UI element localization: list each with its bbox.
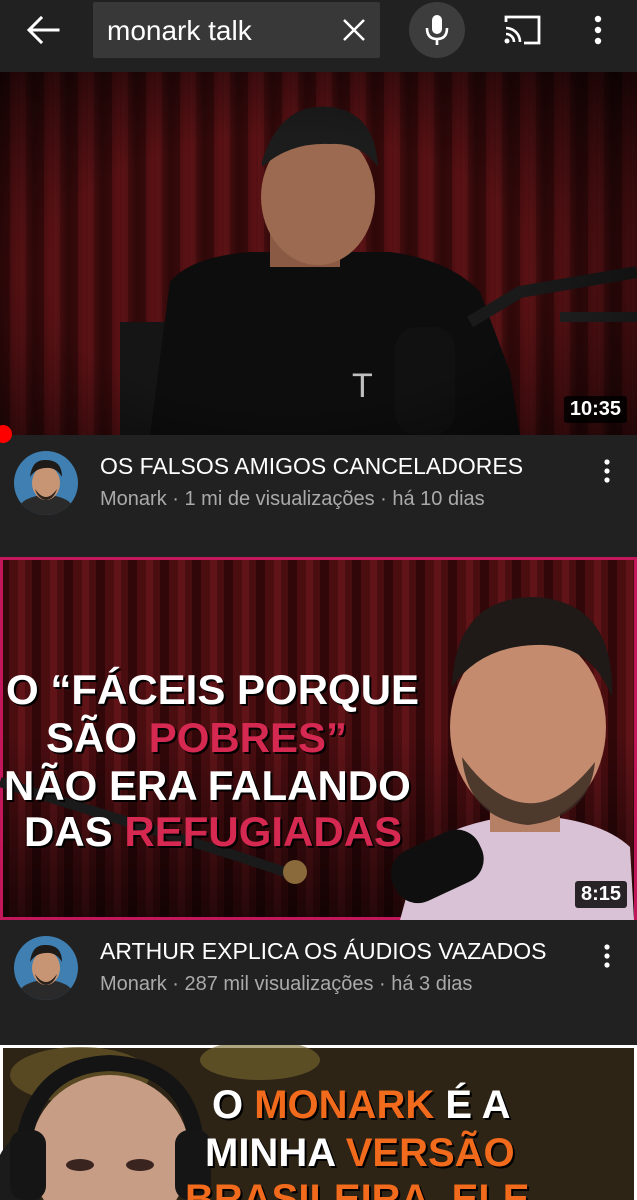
back-button[interactable] <box>20 10 66 50</box>
video-action-menu-button[interactable] <box>592 451 622 491</box>
thumbnail-caption-line: BRASILEIRA, ELE <box>185 1177 530 1200</box>
video-title[interactable]: OS FALSOS AMIGOS CANCELADORES <box>100 453 523 480</box>
thumbnail-caption-line: NÃO ERA FALANDO <box>4 762 411 809</box>
channel-avatar[interactable] <box>14 451 78 515</box>
thumbnail-caption-line: SÃO POBRES” <box>46 717 347 759</box>
channel-avatar[interactable] <box>14 936 78 1000</box>
video-meta: ARTHUR EXPLICA OS ÁUDIOS VAZADOS Monark … <box>0 920 637 1020</box>
thumbnail-image: T <box>0 72 637 435</box>
view-count: 287 mil visualizações <box>184 973 374 995</box>
cast-button[interactable] <box>500 12 544 48</box>
video-duration: 8:15 <box>574 881 627 908</box>
close-icon <box>343 19 365 41</box>
video-thumbnail[interactable]: O “FÁCEIS PORQUE SÃO POBRES” NÃO ERA FAL… <box>0 557 637 920</box>
clear-search-button[interactable] <box>338 14 370 46</box>
caption-text: MINHA <box>205 1131 346 1175</box>
search-header: monark talk <box>0 0 637 72</box>
channel-name[interactable]: Monark <box>100 973 167 995</box>
microphone-icon <box>425 15 449 45</box>
caption-highlight: REFUGIADAS <box>124 808 403 855</box>
video-result: O MONARK É A MINHA VERSÃO BRASILEIRA, EL… <box>0 1045 637 1200</box>
voice-search-button[interactable] <box>409 2 465 58</box>
video-title[interactable]: ARTHUR EXPLICA OS ÁUDIOS VAZADOS <box>100 938 546 965</box>
video-duration: 10:35 <box>563 396 627 423</box>
video-meta: OS FALSOS AMIGOS CANCELADORES Monark · 1… <box>0 435 637 535</box>
video-result: T 10:35 OS FALSOS AMIGOS CANCELADORES Mo… <box>0 72 637 562</box>
upload-age: há 10 dias <box>392 488 485 510</box>
more-vert-icon <box>604 459 610 483</box>
separator: · <box>166 973 185 995</box>
caption-highlight: VERSÃO <box>345 1131 515 1175</box>
video-subtitle: Monark · 1 mi de visualizações · há 10 d… <box>100 488 485 511</box>
arrow-left-icon <box>26 15 60 45</box>
more-vert-icon <box>594 15 602 45</box>
caption-text: SÃO <box>46 714 149 761</box>
upload-age: há 3 dias <box>391 973 473 995</box>
avatar-image <box>14 451 78 515</box>
video-action-menu-button[interactable] <box>592 936 622 976</box>
thumbnail-caption-line: O “FÁCEIS PORQUE <box>6 666 420 713</box>
cast-icon <box>504 15 541 45</box>
more-vert-icon <box>604 944 610 968</box>
separator: · <box>374 488 393 510</box>
caption-highlight: MONARK <box>254 1083 435 1127</box>
separator: · <box>373 973 392 995</box>
caption-text: O <box>212 1083 255 1127</box>
view-count: 1 mi de visualizações <box>184 488 375 510</box>
video-subtitle: Monark · 287 mil visualizações · há 3 di… <box>100 973 472 996</box>
caption-text: É A <box>434 1083 511 1127</box>
thumbnail-caption-line: DAS REFUGIADAS <box>24 811 402 853</box>
thumbnail-caption-line: MINHA VERSÃO <box>205 1133 515 1173</box>
more-options-button[interactable] <box>582 10 614 50</box>
search-input[interactable]: monark talk <box>93 2 380 58</box>
video-thumbnail[interactable]: T 10:35 <box>0 72 637 435</box>
video-result: O “FÁCEIS PORQUE SÃO POBRES” NÃO ERA FAL… <box>0 557 637 1047</box>
video-thumbnail[interactable]: O MONARK É A MINHA VERSÃO BRASILEIRA, EL… <box>0 1045 637 1200</box>
thumbnail-caption-line: O MONARK É A <box>212 1085 511 1125</box>
separator: · <box>166 488 185 510</box>
search-query-text[interactable]: monark talk <box>107 15 252 47</box>
caption-highlight: POBRES” <box>148 714 348 761</box>
caption-text: DAS <box>24 808 125 855</box>
channel-name[interactable]: Monark <box>100 488 167 510</box>
avatar-image <box>14 936 78 1000</box>
